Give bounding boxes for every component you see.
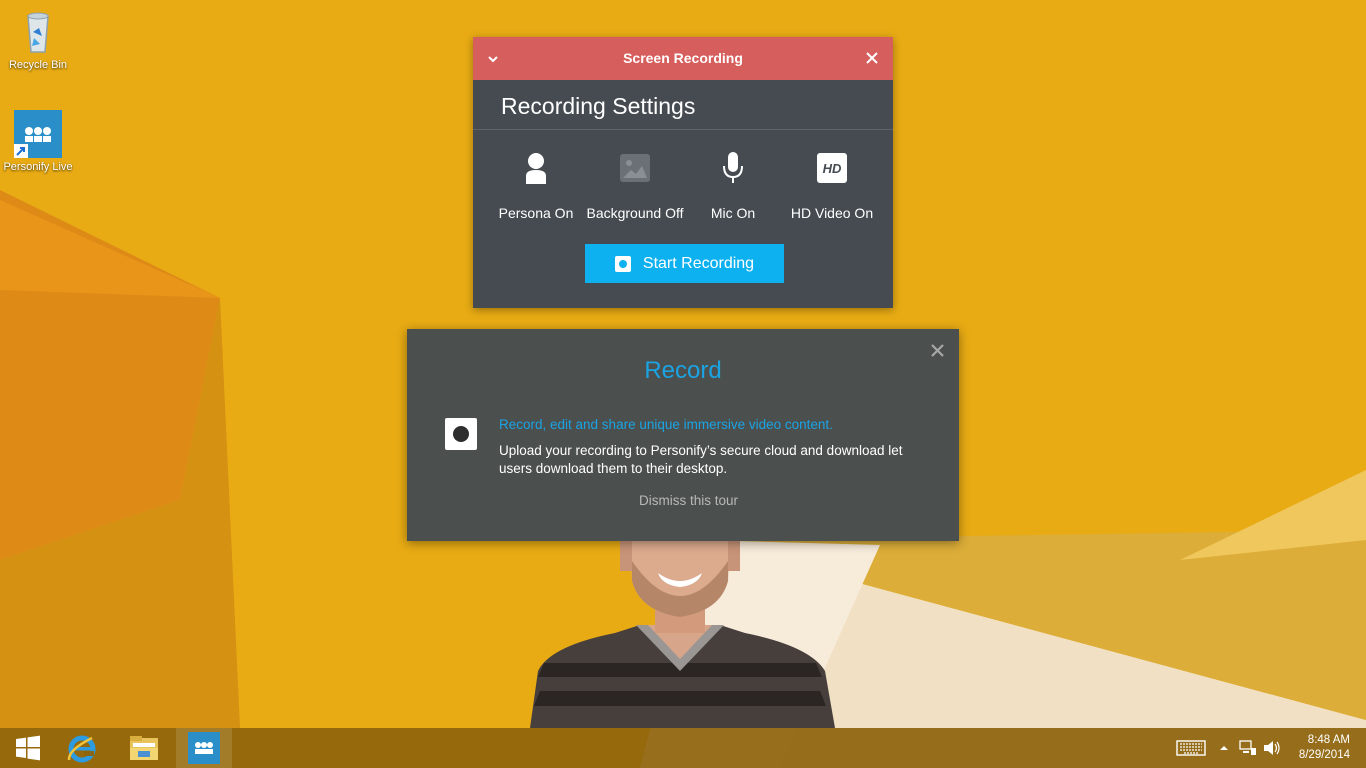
file-explorer-icon	[130, 736, 158, 760]
option-hd-video[interactable]: HD HD Video On	[777, 130, 887, 221]
collapse-chevron-icon[interactable]	[486, 52, 500, 66]
screen-recording-titlebar: Screen Recording	[473, 37, 893, 80]
internet-explorer-icon	[67, 735, 96, 763]
taskbar: 8:48 AM 8/29/2014	[0, 728, 1366, 768]
option-label: Mic On	[710, 205, 756, 221]
recording-options: Persona On Background Off Mic On HD HD V…	[473, 130, 893, 243]
record-icon	[614, 255, 631, 272]
keyboard-icon[interactable]	[1176, 740, 1206, 756]
screen-recording-panel: Screen Recording Recording Settings Pers…	[473, 37, 893, 308]
show-hidden-icons-chevron[interactable]	[1218, 740, 1230, 756]
record-icon	[445, 418, 477, 450]
hd-icon: HD	[777, 148, 887, 188]
start-recording-label: Start Recording	[642, 254, 755, 272]
start-icon	[16, 735, 40, 761]
desktop-icon-personify-live[interactable]: Personify Live	[0, 110, 76, 174]
option-mic[interactable]: Mic On	[678, 130, 788, 221]
dismiss-tour-link[interactable]: Dismiss this tour	[407, 493, 970, 508]
close-icon[interactable]	[931, 344, 944, 357]
taskbar-file-explorer[interactable]	[116, 728, 172, 768]
clock-date: 8/29/2014	[1298, 749, 1350, 761]
option-background[interactable]: Background Off	[580, 130, 690, 221]
clock[interactable]: 8:48 AM 8/29/2014	[1299, 733, 1350, 763]
tour-headline: Record, edit and share unique immersive …	[499, 417, 833, 432]
close-icon[interactable]	[865, 51, 879, 65]
taskbar-personify-live[interactable]	[176, 728, 232, 768]
desktop-icon-label: Personify Live	[3, 161, 73, 173]
volume-icon[interactable]	[1263, 740, 1281, 756]
desktop-icon-label: Recycle Bin	[8, 59, 68, 71]
option-persona[interactable]: Persona On	[481, 130, 591, 221]
background-image-icon	[580, 148, 690, 188]
start-button[interactable]	[0, 728, 56, 768]
taskbar-internet-explorer[interactable]	[54, 728, 110, 768]
personify-live-icon	[14, 110, 62, 158]
panel-title: Screen Recording	[623, 50, 743, 66]
tour-title: Record	[644, 357, 722, 384]
option-label: HD Video On	[790, 205, 874, 221]
recycle-bin-icon	[14, 8, 62, 56]
recording-settings-heading: Recording Settings	[473, 80, 893, 130]
option-label: Background Off	[586, 205, 684, 221]
clock-time: 8:48 AM	[1307, 734, 1350, 746]
option-label: Persona On	[498, 205, 574, 221]
persona-video-feed	[530, 541, 835, 728]
persona-icon	[481, 148, 591, 188]
tour-body: Upload your recording to Personify’s sec…	[499, 443, 903, 476]
microphone-icon	[678, 148, 788, 188]
start-recording-button[interactable]: Start Recording	[585, 244, 784, 283]
network-icon[interactable]	[1239, 740, 1257, 756]
personify-live-icon	[188, 732, 220, 764]
tour-card: Record Record, edit and share unique imm…	[407, 329, 959, 541]
svg-text:HD: HD	[823, 161, 842, 176]
desktop-icon-recycle-bin[interactable]: Recycle Bin	[0, 8, 76, 72]
